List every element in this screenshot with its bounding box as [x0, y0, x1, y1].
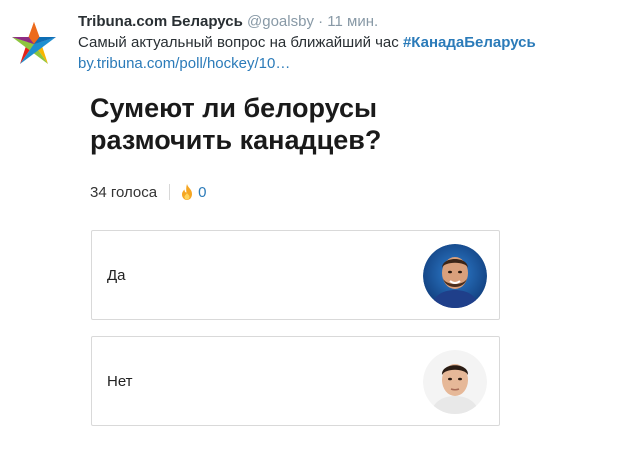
author-avatar[interactable]: [10, 20, 58, 68]
option-label: Нет: [107, 373, 133, 390]
tweet-body: Самый актуальный вопрос на ближайший час: [78, 34, 403, 51]
player-photo-no: [423, 350, 487, 414]
tweet-header: Tribuna.com Беларусь @goalsby · 11 мин.: [78, 12, 638, 31]
player-avatar-icon: [423, 244, 487, 308]
player-avatar-icon: [423, 350, 487, 414]
meta-divider: [169, 184, 171, 200]
tweet-timestamp[interactable]: 11 мин.: [327, 13, 378, 30]
poll-option-yes[interactable]: Да: [91, 230, 500, 320]
hashtag-link[interactable]: #КанадаБеларусь: [403, 34, 536, 51]
poll-option-no[interactable]: Нет: [91, 336, 500, 426]
tweet-text: Самый актуальный вопрос на ближайший час…: [78, 33, 638, 52]
fire-count[interactable]: 0: [198, 184, 206, 201]
tweet-url-link[interactable]: by.tribuna.com/poll/hockey/10…: [78, 54, 290, 73]
poll-meta: 34 голоса 0: [90, 182, 206, 202]
header-separator: ·: [318, 13, 324, 30]
vote-count: 34 голоса: [90, 183, 158, 201]
poll-title: Сумеют ли белорусы размочить канадцев?: [90, 93, 382, 155]
author-name[interactable]: Tribuna.com Беларусь: [78, 13, 243, 30]
fire-icon[interactable]: [180, 184, 194, 200]
star-logo-icon: [12, 22, 56, 64]
author-handle[interactable]: @goalsby: [247, 13, 314, 30]
player-photo-yes: [423, 244, 487, 308]
option-label: Да: [107, 267, 126, 284]
